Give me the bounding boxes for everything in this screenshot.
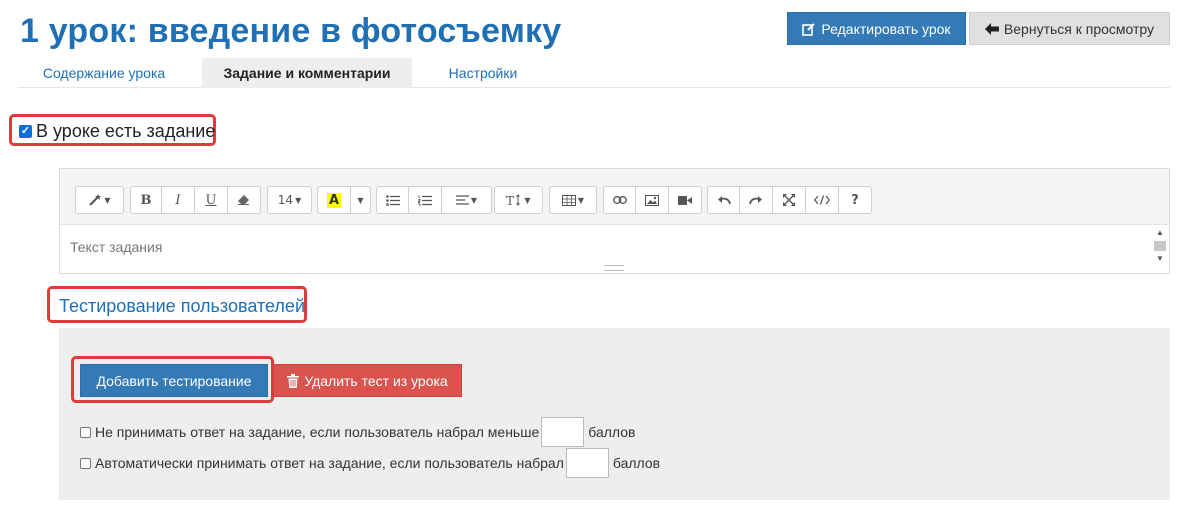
min-score-reject-input[interactable] [541,417,585,447]
italic-icon[interactable]: I [162,186,195,214]
auto-accept-checkbox[interactable] [80,457,91,469]
lesson-tabs: Содержание урока Задание и комментарии Н… [18,58,1170,88]
image-icon[interactable] [636,186,669,214]
arrow-left-icon [984,22,999,35]
editor-scrollbar[interactable]: ▲ ▼ [1154,229,1166,263]
highlight-color-glyph: A [326,192,342,208]
highlight-color-icon[interactable]: A [317,186,351,214]
scrollbar-thumb[interactable] [1154,241,1166,251]
undo-icon[interactable] [707,186,740,214]
editor-resize-handle[interactable] [604,265,624,271]
user-testing-link[interactable]: Тестирование пользователей [59,296,305,317]
video-icon[interactable] [669,186,702,214]
link-icon[interactable] [603,186,636,214]
editor-toolbar: ▼ B I U 14 ▼ A ▼ ▼ T ▼ ▼ ? [60,169,1169,225]
trash-icon [287,373,300,388]
task-text-area[interactable] [60,225,1169,269]
has-task-checkbox[interactable]: ✓ В уроке есть задание [19,121,215,142]
unordered-list-icon[interactable] [376,186,409,214]
edit-icon [802,22,816,36]
align-icon[interactable]: ▼ [442,186,492,214]
magic-wand-icon[interactable]: ▼ [75,186,124,214]
edit-lesson-label: Редактировать урок [821,20,951,37]
page-title: 1 урок: введение в фотосъемку [20,12,562,50]
redo-icon[interactable] [740,186,773,214]
scroll-down-arrow-icon[interactable]: ▼ [1156,255,1164,263]
has-task-label: В уроке есть задание [36,121,216,141]
min-score-reject-checkbox[interactable] [80,426,91,438]
min-score-reject-unit: баллов [588,424,636,440]
font-size-dropdown[interactable]: 14 ▼ [267,186,312,214]
auto-accept-score-input[interactable] [565,448,609,478]
tab-lesson-content[interactable]: Содержание урока [22,58,186,88]
ordered-list-icon[interactable] [409,186,442,214]
add-testing-button[interactable]: Добавить тестирование [80,364,268,397]
auto-accept-unit: баллов [612,455,661,471]
back-to-view-label: Вернуться к просмотру [1003,20,1155,37]
add-testing-label: Добавить тестирование [96,372,252,389]
eraser-icon[interactable] [228,186,261,214]
task-text-placeholder: Текст задания [70,239,163,255]
font-size-value: 14 [277,193,294,207]
min-score-reject-option: Не принимать ответ на задание, если поль… [80,417,635,447]
back-to-view-button[interactable]: Вернуться к просмотру [969,12,1170,45]
tab-settings[interactable]: Настройки [428,58,538,88]
scroll-up-arrow-icon[interactable]: ▲ [1156,229,1164,237]
bold-icon[interactable]: B [130,186,162,214]
highlight-color-dropdown[interactable]: ▼ [351,186,371,214]
edit-lesson-button[interactable]: Редактировать урок [787,12,966,45]
underline-icon[interactable]: U [195,186,228,214]
code-view-icon[interactable] [806,186,839,214]
min-score-reject-text: Не принимать ответ на задание, если поль… [95,424,540,440]
svg-text:T: T [506,194,514,206]
auto-accept-text: Автоматически принимать ответ на задание… [95,455,564,471]
line-height-icon[interactable]: T ▼ [494,186,543,214]
auto-accept-option: Автоматически принимать ответ на задание… [80,448,660,478]
tab-task-and-comments[interactable]: Задание и комментарии [202,58,412,88]
help-icon[interactable]: ? [839,186,872,214]
delete-test-button[interactable]: Удалить тест из урока [273,364,462,397]
task-text-editor: ▼ B I U 14 ▼ A ▼ ▼ T ▼ ▼ ? Текст задания… [59,168,1170,274]
fullscreen-icon[interactable] [773,186,806,214]
delete-test-label: Удалить тест из урока [304,372,448,389]
checkmark-icon: ✓ [19,125,32,138]
table-icon[interactable]: ▼ [549,186,597,214]
